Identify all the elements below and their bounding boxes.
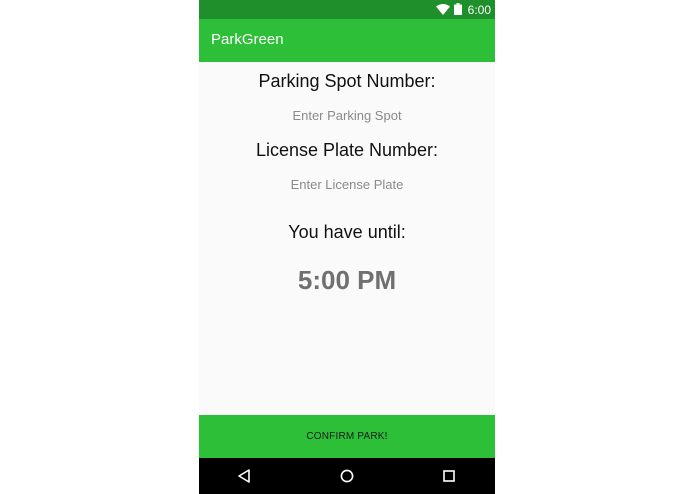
parking-spot-input[interactable] xyxy=(259,104,435,126)
app-title: ParkGreen xyxy=(211,31,284,48)
navigation-bar xyxy=(199,458,495,494)
back-icon[interactable] xyxy=(232,464,256,488)
parking-spot-label: Parking Spot Number: xyxy=(258,71,436,91)
status-icons: 6:00 xyxy=(435,0,491,19)
status-time: 6:00 xyxy=(467,2,491,17)
expiry-time: 5:00 PM xyxy=(297,265,397,295)
phone-screen: 6:00 ParkGreen Parking Spot Number: Lice… xyxy=(199,0,495,494)
expiry-label: You have until: xyxy=(288,222,406,242)
app-bar: ParkGreen xyxy=(199,19,495,62)
recents-icon[interactable] xyxy=(437,464,461,488)
parking-form: Parking Spot Number: License Plate Numbe… xyxy=(199,62,495,415)
battery-icon xyxy=(453,0,462,19)
status-bar: 6:00 xyxy=(199,0,495,19)
wifi-icon xyxy=(435,0,450,19)
confirm-park-button[interactable]: CONFIRM PARK! xyxy=(199,415,495,458)
license-plate-label: License Plate Number: xyxy=(255,140,439,160)
home-icon[interactable] xyxy=(335,464,359,488)
license-plate-input[interactable] xyxy=(259,173,435,195)
